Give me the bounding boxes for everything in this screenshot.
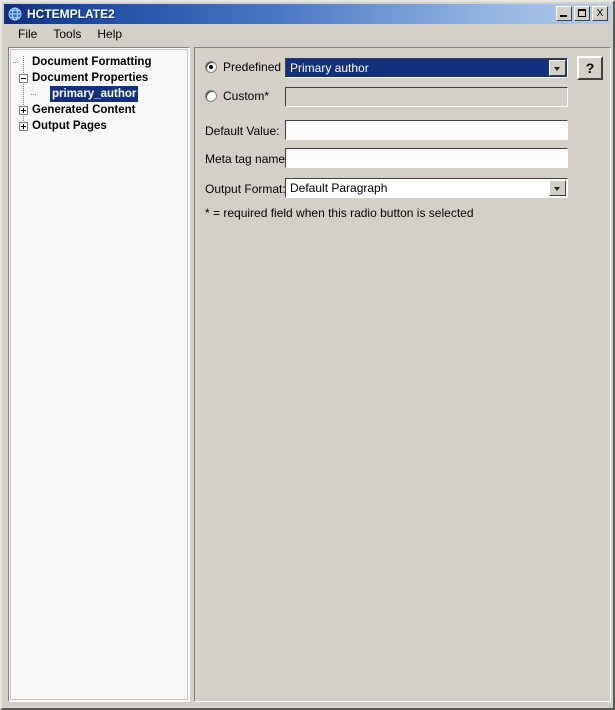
window-controls: X <box>556 6 608 21</box>
menu-bar: File Tools Help <box>4 24 611 44</box>
tree-view[interactable]: Document Formatting Document Properties … <box>10 49 188 700</box>
tree-item-output-pages[interactable]: Output Pages <box>11 118 187 134</box>
close-button[interactable]: X <box>592 6 608 21</box>
window-title: HCTEMPLATE2 <box>27 7 115 21</box>
output-format-label: Output Format: <box>205 182 286 196</box>
title-bar: HCTEMPLATE2 X <box>4 4 611 24</box>
tree-item-document-properties[interactable]: Document Properties <box>11 70 187 86</box>
close-icon: X <box>596 8 604 19</box>
tree-leaf-spacer <box>31 90 46 99</box>
predefined-radio-row[interactable]: Predefined <box>205 60 281 74</box>
custom-input[interactable] <box>285 87 568 107</box>
help-button[interactable]: ? <box>577 56 603 80</box>
chevron-down-icon[interactable] <box>549 60 566 76</box>
application-globe-icon <box>7 6 23 22</box>
chevron-down-icon[interactable] <box>549 180 566 196</box>
tree-leaf-spacer <box>13 58 28 67</box>
minimize-button[interactable] <box>556 6 572 21</box>
tree-item-label-selected: primary_author <box>50 86 139 102</box>
custom-label: Custom* <box>223 89 270 103</box>
tree-item-document-formatting[interactable]: Document Formatting <box>11 54 187 70</box>
tree-item-generated-content[interactable]: Generated Content <box>11 102 187 118</box>
tree-item-primary-author[interactable]: primary_author <box>11 86 187 102</box>
predefined-combobox[interactable]: Primary author <box>285 58 568 78</box>
tree-item-label: Generated Content <box>32 104 136 116</box>
predefined-radio[interactable] <box>205 61 217 73</box>
output-format-combobox-value: Default Paragraph <box>290 181 388 195</box>
custom-radio[interactable] <box>205 90 217 102</box>
tree-collapse-minus-icon[interactable] <box>19 73 28 83</box>
menu-item-help[interactable]: Help <box>89 25 130 43</box>
tree-item-label: Document Properties <box>32 72 149 84</box>
properties-form-panel: Predefined Primary author ? Custom* Defa… <box>194 47 611 702</box>
maximize-button[interactable] <box>574 6 590 21</box>
tree-item-label: Document Formatting <box>32 56 152 68</box>
tree-expand-plus-icon[interactable] <box>19 121 28 131</box>
required-field-note: * = required field when this radio butto… <box>205 206 474 220</box>
tree-item-label: Output Pages <box>32 120 107 132</box>
application-window: HCTEMPLATE2 X File Tools Help Document F… <box>0 0 615 710</box>
output-format-combobox[interactable]: Default Paragraph <box>285 178 568 198</box>
tree-panel: Document Formatting Document Properties … <box>8 47 190 702</box>
menu-item-file[interactable]: File <box>10 25 45 43</box>
default-value-input[interactable] <box>285 120 568 140</box>
menu-item-tools[interactable]: Tools <box>45 25 89 43</box>
predefined-combobox-value: Primary author <box>290 61 369 75</box>
custom-radio-row[interactable]: Custom* <box>205 89 269 103</box>
meta-tag-name-input[interactable] <box>285 148 568 168</box>
default-value-label: Default Value: <box>205 124 280 138</box>
predefined-label: Predefined <box>223 60 282 74</box>
meta-tag-name-label: Meta tag name: <box>205 152 289 166</box>
tree-expand-plus-icon[interactable] <box>19 105 28 115</box>
